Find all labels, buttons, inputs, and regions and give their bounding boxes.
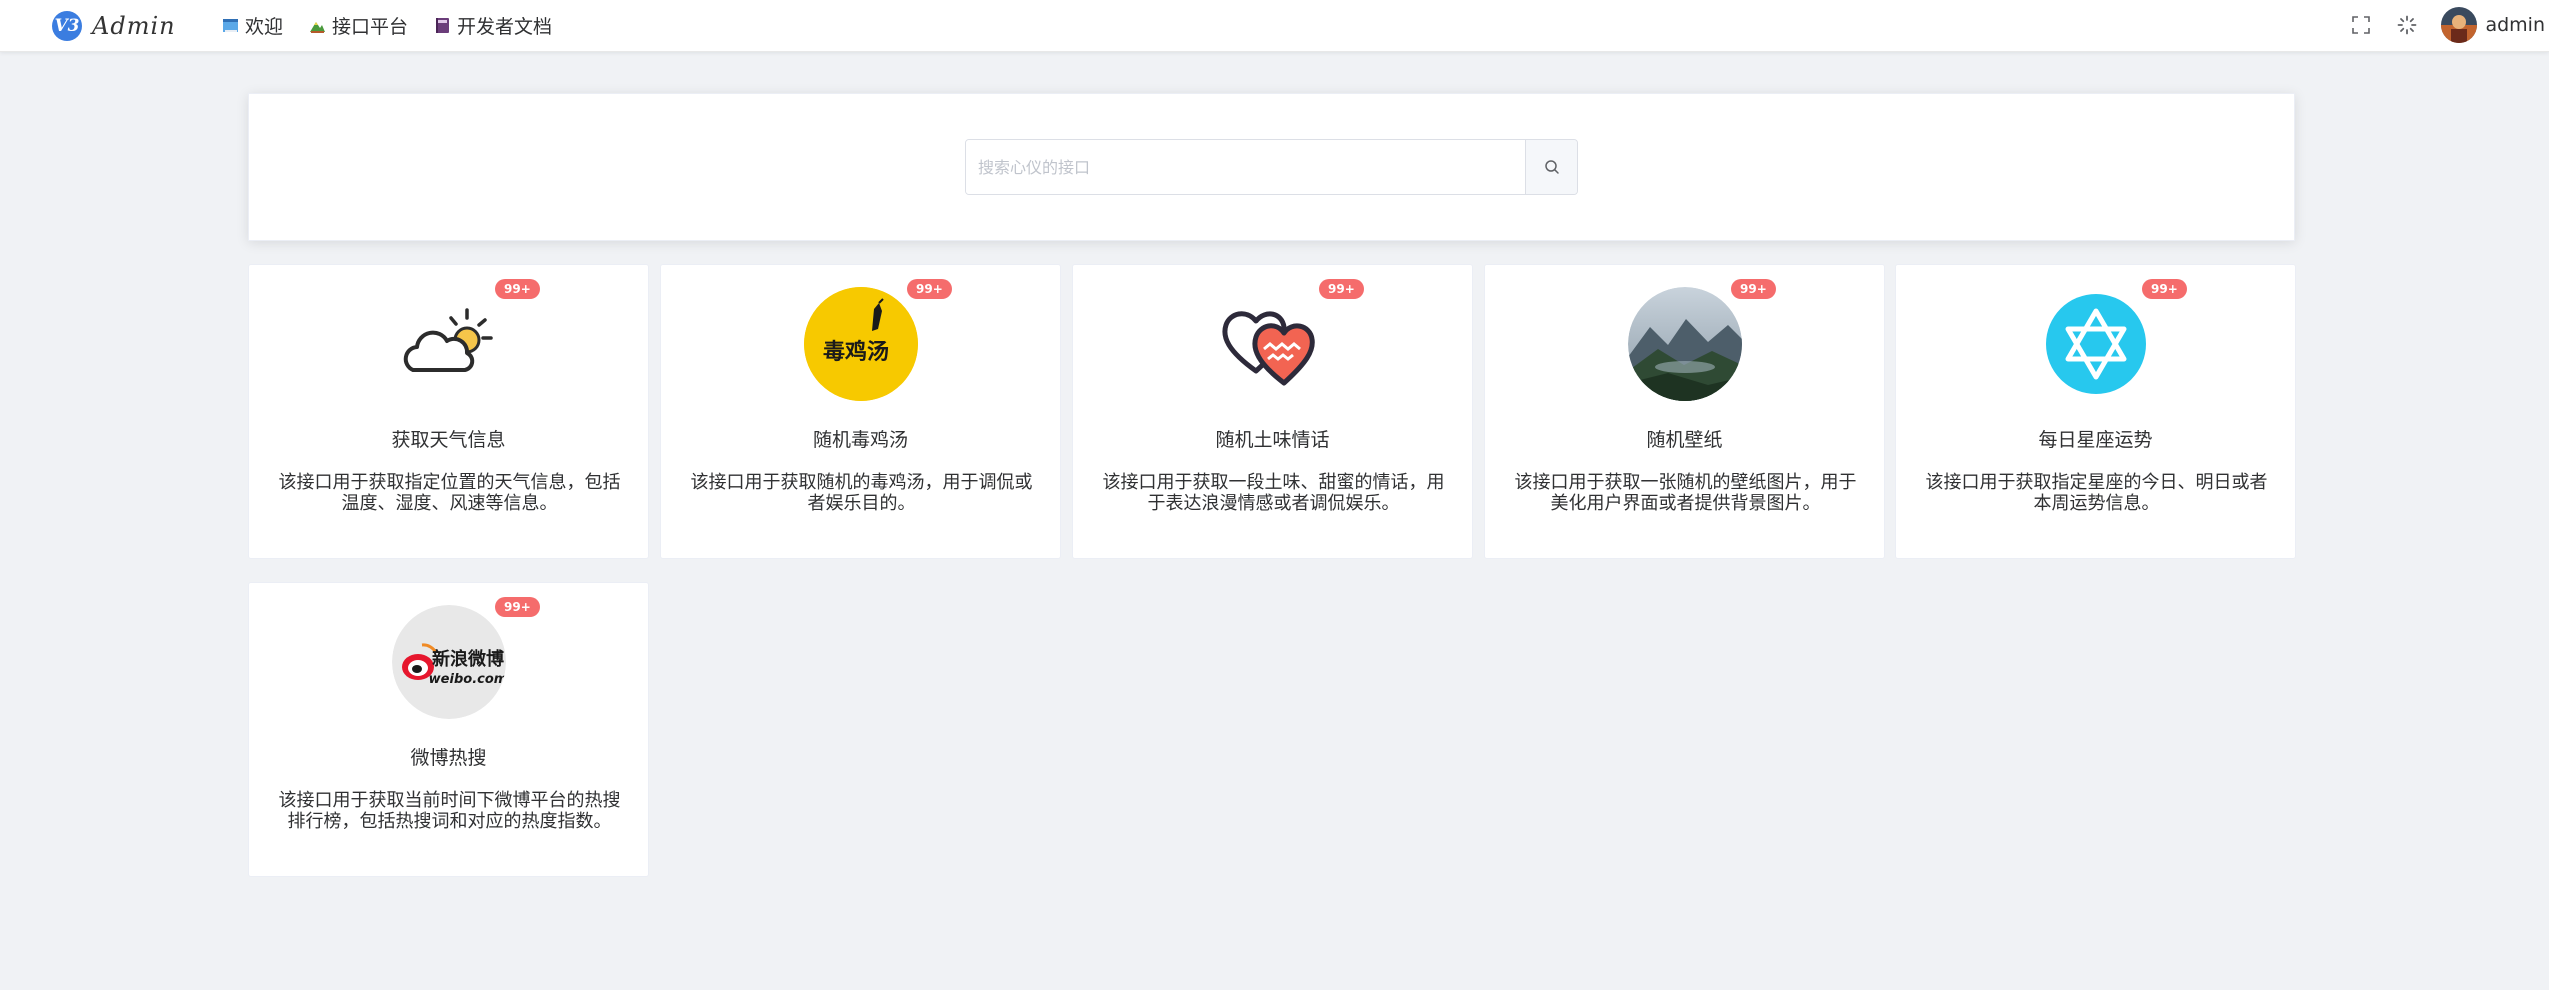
nav-item-api-platform[interactable]: 接口平台	[309, 12, 408, 39]
nav-label-welcome: 欢迎	[245, 15, 284, 38]
nav-item-welcome[interactable]: 欢迎	[222, 12, 283, 39]
card-title: 微博热搜	[410, 747, 487, 769]
search-input[interactable]	[966, 140, 1525, 194]
mountain-icon	[309, 17, 326, 34]
search-button[interactable]	[1525, 140, 1577, 194]
book-icon	[222, 17, 239, 34]
card-description: 该接口用于获取当前时间下微博平台的热搜排行榜，包括热搜词和对应的热度指数。	[278, 790, 621, 832]
card-description: 该接口用于获取一张随机的壁纸图片，用于美化用户界面或者提供背景图片。	[1514, 472, 1857, 514]
api-card-chicken-soup[interactable]: 毒鸡汤 99+ 随机毒鸡汤 该接口用于获取随机的毒鸡汤，用于调侃或者娱乐目的。	[660, 264, 1061, 559]
card-description: 该接口用于获取指定位置的天气信息，包括温度、湿度、风速等信息。	[278, 472, 621, 514]
usage-badge: 99+	[1731, 279, 1776, 299]
hexagram-star-icon	[2039, 287, 2153, 401]
nav-label-developer-docs: 开发者文档	[457, 15, 553, 38]
api-card-wallpaper[interactable]: 99+ 随机壁纸 该接口用于获取一张随机的壁纸图片，用于美化用户界面或者提供背景…	[1484, 264, 1885, 559]
nav-label-api-platform: 接口平台	[332, 15, 409, 38]
refresh-button[interactable]	[2395, 13, 2419, 37]
search-box	[965, 139, 1578, 195]
card-title: 随机壁纸	[1646, 429, 1723, 451]
card-description: 该接口用于获取一段土味、甜蜜的情话，用于表达浪漫情感或者调侃娱乐。	[1102, 472, 1445, 514]
card-title: 获取天气信息	[391, 429, 506, 451]
top-header: V3 Admin 欢迎 接口平台 开发者文档 admin	[0, 0, 2549, 52]
card-description: 该接口用于获取随机的毒鸡汤，用于调侃或者娱乐目的。	[690, 472, 1033, 514]
api-card-horoscope[interactable]: 99+ 每日星座运势 该接口用于获取指定星座的今日、明日或者本周运势信息。	[1895, 264, 2296, 559]
top-nav: 欢迎 接口平台 开发者文档	[222, 0, 578, 50]
loading-icon	[2398, 15, 2417, 35]
api-card-weibo-hot[interactable]: 新浪微博 weibo.com 99+ 微博热搜 该接口用于获取当前时间下微博平台…	[248, 582, 649, 877]
api-card-love-words[interactable]: 99+ 随机土味情话 该接口用于获取一段土味、甜蜜的情话，用于表达浪漫情感或者调…	[1072, 264, 1473, 559]
search-card	[248, 93, 2295, 241]
fullscreen-icon	[2352, 16, 2371, 34]
usage-badge: 99+	[495, 597, 540, 617]
weibo-logo-icon: 新浪微博 weibo.com	[392, 605, 506, 719]
fullscreen-button[interactable]	[2349, 13, 2373, 37]
card-description: 该接口用于获取指定星座的今日、明日或者本周运势信息。	[1925, 472, 2268, 514]
usage-badge: 99+	[495, 279, 540, 299]
username[interactable]: admin	[2485, 14, 2545, 36]
chicken-soup-icon: 毒鸡汤	[804, 287, 918, 401]
usage-badge: 99+	[907, 279, 952, 299]
search-icon	[1544, 160, 1559, 174]
card-title: 随机毒鸡汤	[812, 429, 908, 451]
logo-text: Admin	[92, 12, 176, 40]
svg-text:毒鸡汤: 毒鸡汤	[823, 339, 889, 365]
usage-badge: 99+	[1319, 279, 1364, 299]
card-title: 每日星座运势	[2038, 429, 2153, 451]
card-title: 随机土味情话	[1215, 429, 1330, 451]
notebook-icon	[434, 17, 451, 34]
app-logo[interactable]: V3 Admin	[52, 9, 176, 43]
api-card-weather[interactable]: 99+ 获取天气信息 该接口用于获取指定位置的天气信息，包括温度、湿度、风速等信…	[248, 264, 649, 559]
hearts-icon	[1216, 287, 1330, 401]
header-tools: admin	[2349, 0, 2549, 50]
nav-item-developer-docs[interactable]: 开发者文档	[434, 12, 552, 39]
weibo-logo-text-cn: 新浪微博	[432, 648, 504, 670]
usage-badge: 99+	[2142, 279, 2187, 299]
landscape-wallpaper-icon	[1628, 287, 1742, 401]
weibo-logo-text-en: weibo.com	[429, 672, 506, 687]
avatar[interactable]	[2441, 7, 2478, 43]
weather-cloud-sun-icon	[392, 287, 506, 401]
logo-mark: V3	[52, 11, 82, 41]
